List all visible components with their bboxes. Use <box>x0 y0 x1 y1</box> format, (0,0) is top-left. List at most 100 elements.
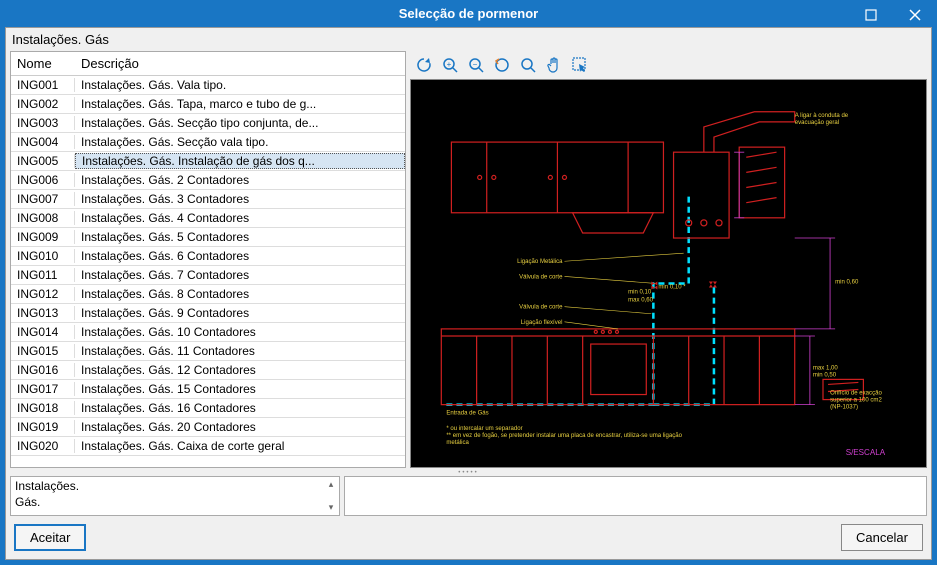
cell-desc: Instalações. Gás. 6 Contadores <box>75 249 405 263</box>
cell-desc: Instalações. Gás. 2 Contadores <box>75 173 405 187</box>
scroll-up-icon[interactable]: ▴ <box>329 479 334 490</box>
detail-text-panel: Instalações. Gás. ▴ ▾ <box>10 476 340 516</box>
cell-desc: Instalações. Gás. 9 Contadores <box>75 306 405 320</box>
accept-button[interactable]: Aceitar <box>14 524 86 551</box>
label-min2: min 0,10 * <box>658 285 686 291</box>
cell-nome: ING017 <box>11 382 75 396</box>
label-maxminv: max 1,00min 0,50 <box>813 366 839 379</box>
cell-desc: Instalações. Gás. 10 Contadores <box>75 325 405 339</box>
cell-nome: ING002 <box>11 97 75 111</box>
preview-pane: + − <box>410 51 927 468</box>
label-note: * ou intercalar um separador** em vez de… <box>446 426 682 446</box>
table-row[interactable]: ING002Instalações. Gás. Tapa, marco e tu… <box>11 95 405 114</box>
cell-desc: Instalações. Gás. 20 Contadores <box>75 420 405 434</box>
cell-nome: ING004 <box>11 135 75 149</box>
svg-text:+: + <box>447 60 452 69</box>
cell-nome: ING014 <box>11 325 75 339</box>
breadcrumb: Instalações. Gás <box>6 28 931 51</box>
cell-nome: ING019 <box>11 420 75 434</box>
scroll-down-icon[interactable]: ▾ <box>329 502 334 513</box>
footer: Aceitar Cancelar <box>6 516 931 559</box>
table-row[interactable]: ING003Instalações. Gás. Secção tipo conj… <box>11 114 405 133</box>
label-orificio: Orifício de exacçãosuperior a 100 cm2(NP… <box>830 391 882 411</box>
table-row[interactable]: ING014Instalações. Gás. 10 Contadores <box>11 323 405 342</box>
label-escala: S/ESCALA <box>846 448 886 457</box>
table-row[interactable]: ING009Instalações. Gás. 5 Contadores <box>11 228 405 247</box>
cell-desc: Instalações. Gás. 15 Contadores <box>75 382 405 396</box>
cell-nome: ING015 <box>11 344 75 358</box>
cell-desc: Instalações. Gás. Caixa de corte geral <box>75 439 405 453</box>
zoom-icon[interactable] <box>518 55 538 75</box>
cell-nome: ING012 <box>11 287 75 301</box>
maximize-icon[interactable] <box>849 0 893 30</box>
table-row[interactable]: ING008Instalações. Gás. 4 Contadores <box>11 209 405 228</box>
cell-desc: Instalações. Gás. 3 Contadores <box>75 192 405 206</box>
cell-nome: ING018 <box>11 401 75 415</box>
cell-desc: Instalações. Gás. 8 Contadores <box>75 287 405 301</box>
cell-desc: Instalações. Gás. Secção tipo conjunta, … <box>75 116 405 130</box>
cell-desc: Instalações. Gás. 4 Contadores <box>75 211 405 225</box>
detail-scrollbar[interactable]: ▴ ▾ <box>323 477 339 515</box>
cell-nome: ING006 <box>11 173 75 187</box>
redraw-icon[interactable] <box>492 55 512 75</box>
table-row[interactable]: ING018Instalações. Gás. 16 Contadores <box>11 399 405 418</box>
table-row[interactable]: ING019Instalações. Gás. 20 Contadores <box>11 418 405 437</box>
cell-desc: Instalações. Gás. Tapa, marco e tubo de … <box>75 97 405 111</box>
table-row[interactable]: ING011Instalações. Gás. 7 Contadores <box>11 266 405 285</box>
cell-nome: ING016 <box>11 363 75 377</box>
cell-nome: ING013 <box>11 306 75 320</box>
cell-nome: ING008 <box>11 211 75 225</box>
table-row[interactable]: ING001Instalações. Gás. Vala tipo. <box>11 76 405 95</box>
table-row[interactable]: ING017Instalações. Gás. 15 Contadores <box>11 380 405 399</box>
table-row[interactable]: ING013Instalações. Gás. 9 Contadores <box>11 304 405 323</box>
bottom-panels: Instalações. Gás. ▴ ▾ <box>6 476 931 516</box>
svg-text:−: − <box>473 60 478 69</box>
close-icon[interactable] <box>893 0 937 30</box>
cell-nome: ING005 <box>11 154 75 168</box>
detail-text: Instalações. Gás. <box>11 477 323 515</box>
pan-icon[interactable] <box>544 55 564 75</box>
label-min1: min 0,10 <box>628 290 652 296</box>
cell-nome: ING020 <box>11 439 75 453</box>
refresh-icon[interactable] <box>414 55 434 75</box>
table-row[interactable]: ING005Instalações. Gás. Instalação de gá… <box>11 152 405 171</box>
titlebar[interactable]: Selecção de pormenor <box>0 0 937 27</box>
client-area: Instalações. Gás Nome Descrição ING001In… <box>5 27 932 560</box>
zoom-window-icon[interactable]: − <box>466 55 486 75</box>
list-pane: Nome Descrição ING001Instalações. Gás. V… <box>10 51 406 468</box>
cell-desc: Instalações. Gás. 11 Contadores <box>75 344 405 358</box>
table-row[interactable]: ING004Instalações. Gás. Secção vala tipo… <box>11 133 405 152</box>
cell-desc: Instalações. Gás. Vala tipo. <box>75 78 405 92</box>
main-split: Nome Descrição ING001Instalações. Gás. V… <box>6 51 931 470</box>
cancel-button[interactable]: Cancelar <box>841 524 923 551</box>
cell-nome: ING003 <box>11 116 75 130</box>
label-lig-flexivel: Ligação flexível <box>521 320 563 326</box>
table-body[interactable]: ING001Instalações. Gás. Vala tipo.ING002… <box>11 76 405 467</box>
drawing-preview[interactable]: Ligação Metálica Válvula de corte Válvul… <box>410 79 927 468</box>
zoom-extents-icon[interactable]: + <box>440 55 460 75</box>
window-title: Selecção de pormenor <box>0 6 937 21</box>
label-minh: min 0,60 <box>835 280 859 286</box>
table-row[interactable]: ING010Instalações. Gás. 6 Contadores <box>11 247 405 266</box>
table-row[interactable]: ING020Instalações. Gás. Caixa de corte g… <box>11 437 405 456</box>
label-lig-metalica: Ligação Metálica <box>517 260 563 266</box>
preview-toolbar: + − <box>410 51 927 79</box>
cell-desc: Instalações. Gás. 16 Contadores <box>75 401 405 415</box>
label-entrada: Entrada de Gás <box>446 411 488 417</box>
label-valvula-corte: Válvula de corte <box>519 275 563 281</box>
table-row[interactable]: ING015Instalações. Gás. 11 Contadores <box>11 342 405 361</box>
cell-nome: ING007 <box>11 192 75 206</box>
cell-nome: ING011 <box>11 268 75 282</box>
table-row[interactable]: ING006Instalações. Gás. 2 Contadores <box>11 171 405 190</box>
column-nome[interactable]: Nome <box>11 52 75 75</box>
cell-desc: Instalações. Gás. Secção vala tipo. <box>75 135 405 149</box>
select-icon[interactable] <box>570 55 590 75</box>
table-row[interactable]: ING016Instalações. Gás. 12 Contadores <box>11 361 405 380</box>
cell-desc: Instalações. Gás. 5 Contadores <box>75 230 405 244</box>
cell-desc: Instalações. Gás. 12 Contadores <box>75 363 405 377</box>
table-row[interactable]: ING007Instalações. Gás. 3 Contadores <box>11 190 405 209</box>
cell-nome: ING009 <box>11 230 75 244</box>
table-row[interactable]: ING012Instalações. Gás. 8 Contadores <box>11 285 405 304</box>
cell-desc: Instalações. Gás. 7 Contadores <box>75 268 405 282</box>
column-descricao[interactable]: Descrição <box>75 52 405 75</box>
